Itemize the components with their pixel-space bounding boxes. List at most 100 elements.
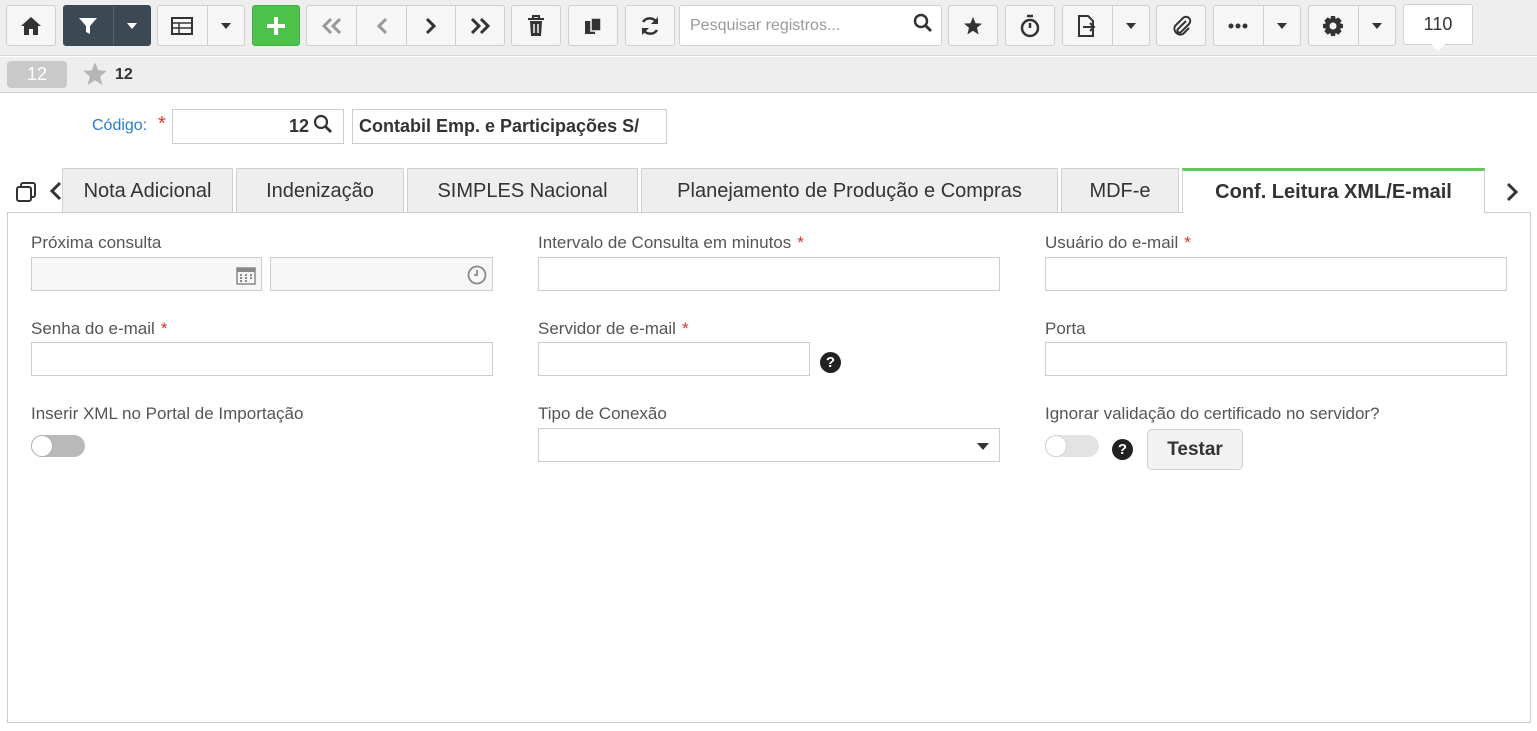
view-button-group: [157, 5, 245, 46]
test-button[interactable]: Testar: [1147, 429, 1243, 470]
chevron-down-icon: [1125, 22, 1137, 30]
required-mark: *: [681, 319, 689, 338]
export-button[interactable]: [1063, 6, 1112, 45]
search-icon[interactable]: [913, 13, 933, 38]
chevron-down-icon: [1276, 22, 1288, 30]
code-value: 12: [288, 116, 309, 136]
filter-button-group: [63, 5, 151, 46]
timer-button[interactable]: [1005, 5, 1055, 46]
tab-planejamento[interactable]: Planejamento de Produção e Compras: [641, 168, 1058, 213]
last-record-button[interactable]: [454, 6, 505, 45]
company-name-field: Contabil Emp. e Participações S/: [352, 109, 667, 144]
star-icon[interactable]: [82, 61, 108, 92]
tab-label: Conf. Leitura XML/E-mail: [1215, 180, 1452, 203]
tab-label: Nota Adicional: [83, 179, 212, 202]
required-mark: *: [160, 319, 168, 338]
inserir-xml-toggle[interactable]: [31, 435, 85, 457]
clock-icon[interactable]: [467, 265, 487, 290]
tipo-conexao-select[interactable]: [538, 428, 1000, 462]
code-field[interactable]: 12: [172, 109, 344, 144]
plus-icon: [265, 15, 287, 37]
record-badge: 12: [7, 61, 67, 88]
attachments-button[interactable]: [1156, 5, 1206, 46]
record-info-bar: 12 12: [0, 57, 1537, 93]
favorites-button[interactable]: [948, 5, 998, 46]
more-button-group: [1213, 5, 1301, 46]
record-count-pointer: [1431, 44, 1445, 51]
proxima-consulta-label: Próxima consulta: [31, 233, 162, 252]
code-required-mark: *: [158, 113, 166, 135]
usuario-label: Usuário do e-mail *: [1045, 233, 1191, 253]
export-icon: [1077, 14, 1097, 37]
calendar-icon[interactable]: [236, 265, 256, 290]
paperclip-icon: [1170, 15, 1192, 37]
usuario-label-text: Usuário do e-mail: [1045, 233, 1179, 252]
settings-button[interactable]: [1309, 6, 1358, 45]
tab-label: SIMPLES Nacional: [437, 179, 608, 202]
copy-icon[interactable]: [14, 180, 38, 209]
chevron-down-icon: [1371, 22, 1383, 30]
delete-button[interactable]: [511, 5, 561, 46]
previous-record-button[interactable]: [356, 6, 406, 45]
proxima-consulta-time-input[interactable]: [270, 257, 493, 291]
last-icon: [469, 17, 491, 35]
tab-nota-adicional[interactable]: Nota Adicional: [62, 168, 233, 213]
tab-indenizacao[interactable]: Indenização: [236, 168, 404, 213]
add-record-button[interactable]: [252, 5, 300, 46]
filter-icon: [78, 16, 98, 36]
tabs-scroll-right-icon[interactable]: [1504, 181, 1520, 208]
refresh-button[interactable]: [625, 5, 675, 46]
next-record-button[interactable]: [405, 6, 455, 45]
search-icon[interactable]: [313, 114, 333, 139]
trash-icon: [527, 14, 545, 37]
more-button[interactable]: [1214, 6, 1263, 45]
toggle-knob: [31, 435, 53, 457]
intervalo-input[interactable]: [538, 257, 1000, 291]
search-input[interactable]: [688, 15, 913, 36]
gear-icon: [1322, 15, 1344, 37]
usuario-input[interactable]: [1045, 257, 1507, 291]
servidor-label-text: Servidor de e-mail: [538, 319, 676, 338]
toggle-knob: [1045, 435, 1067, 457]
table-view-button[interactable]: [158, 6, 207, 45]
home-icon: [20, 16, 42, 36]
porta-input[interactable]: [1045, 342, 1507, 376]
export-dropdown-button[interactable]: [1111, 6, 1149, 45]
ignorar-validacao-toggle[interactable]: [1045, 435, 1099, 457]
main-toolbar: 110: [0, 0, 1537, 56]
code-label: Código:: [92, 117, 148, 134]
record-count: 110: [1403, 4, 1473, 45]
tab-mdfe[interactable]: MDF-e: [1061, 168, 1179, 213]
tab-simples-nacional[interactable]: SIMPLES Nacional: [407, 168, 638, 213]
servidor-input[interactable]: [538, 342, 810, 376]
chevron-down-icon: [126, 22, 138, 30]
senha-input[interactable]: [31, 342, 493, 376]
table-icon: [171, 16, 194, 35]
senha-label-text: Senha do e-mail: [31, 319, 155, 338]
star-icon: [963, 16, 983, 36]
copy-icon: [583, 16, 603, 36]
favorite-record-number: 12: [115, 66, 133, 83]
help-icon[interactable]: ?: [1112, 439, 1133, 460]
view-dropdown-button[interactable]: [206, 6, 244, 45]
servidor-label: Servidor de e-mail *: [538, 319, 689, 339]
first-record-button[interactable]: [307, 6, 356, 45]
filter-button[interactable]: [64, 6, 113, 45]
required-mark: *: [797, 233, 804, 252]
chevron-down-icon: [220, 22, 232, 30]
tab-label: Indenização: [266, 179, 374, 202]
tab-conf-leitura-xml[interactable]: Conf. Leitura XML/E-mail: [1182, 168, 1485, 213]
navigation-button-group: [306, 5, 505, 46]
required-mark: *: [1184, 233, 1191, 252]
intervalo-label-text: Intervalo de Consulta em minutos: [538, 233, 792, 252]
duplicate-button[interactable]: [568, 5, 618, 46]
help-icon[interactable]: ?: [820, 352, 841, 373]
home-button[interactable]: [6, 5, 56, 46]
settings-dropdown-button[interactable]: [1357, 6, 1395, 45]
proxima-consulta-date-input[interactable]: [31, 257, 262, 291]
more-icon: [1228, 23, 1248, 29]
refresh-icon: [639, 15, 661, 37]
chevron-down-icon: [977, 443, 989, 450]
filter-dropdown-button[interactable]: [112, 6, 150, 45]
more-dropdown-button[interactable]: [1262, 6, 1300, 45]
